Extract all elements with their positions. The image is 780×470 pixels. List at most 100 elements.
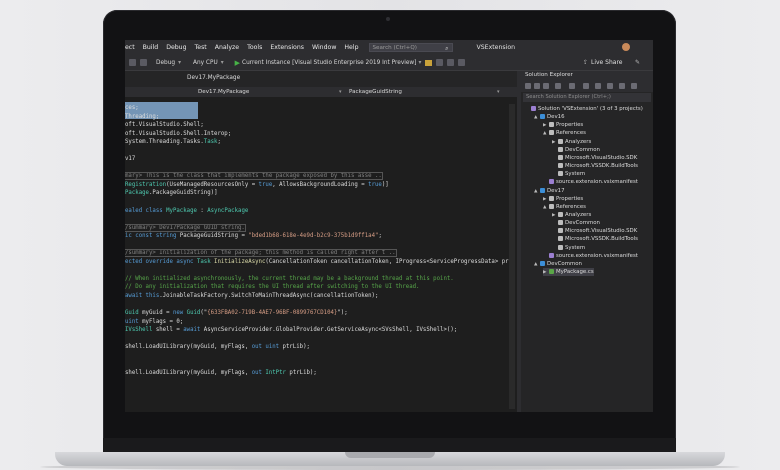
chevron-down-icon[interactable]: ▾ [418, 60, 421, 66]
sync-icon[interactable] [583, 83, 589, 89]
code-line[interactable] [125, 352, 517, 361]
code-line[interactable]: // When initialized asynchronously, the … [125, 275, 517, 284]
forward-icon[interactable] [534, 83, 540, 89]
tree-node[interactable]: System [552, 244, 585, 252]
play-icon[interactable]: ▶ [235, 59, 240, 67]
platform-dropdown[interactable]: Any CPU ▾ [190, 60, 227, 66]
forward-icon[interactable] [140, 59, 147, 66]
preview-icon[interactable] [631, 83, 637, 89]
code-line[interactable] [125, 335, 517, 344]
menu-item-extensions[interactable]: Extensions [270, 44, 304, 51]
tree-node[interactable]: DevCommon [552, 219, 600, 227]
tree-node[interactable]: ▲ Dev16 [534, 113, 565, 121]
tree-node[interactable]: ▲ Dev17 [534, 187, 565, 195]
toolbar-icon[interactable] [447, 59, 455, 66]
back-icon[interactable] [129, 59, 136, 66]
code-line[interactable]: v17 [125, 155, 517, 164]
tree-node[interactable]: Microsoft.VisualStudio.SDK [552, 227, 637, 235]
tree-node[interactable]: ▲ DevCommon [534, 260, 582, 268]
tree-node[interactable]: DevCommon [552, 146, 600, 154]
menu-item-analyze[interactable]: Analyze [215, 44, 239, 51]
home-icon[interactable] [543, 83, 549, 89]
code-line[interactable]: oft.VisualStudio.Shell.Interop; [125, 130, 517, 139]
code-line[interactable]: shell.LoadUILibrary(myGuid, myFlags, out… [125, 369, 517, 378]
code-line[interactable] [125, 215, 517, 224]
folder-icon[interactable] [425, 59, 433, 66]
live-share-icon[interactable]: ⇪ [583, 59, 588, 66]
code-line[interactable]: IVsShell shell = await AsyncServiceProvi… [125, 326, 517, 335]
show-all-files-icon[interactable] [607, 83, 613, 89]
live-share-button[interactable]: Live Share [591, 59, 622, 66]
menu-item-tools[interactable]: Tools [247, 44, 262, 51]
code-line[interactable]: ealed class MyPackage : AsyncPackage [125, 207, 517, 216]
code-line[interactable]: Package.PackageGuidString)] [125, 189, 517, 198]
code-token: out [251, 344, 266, 351]
code-line[interactable] [125, 164, 517, 173]
tree-node[interactable]: Microsoft.VSSDK.BuildTools [552, 235, 638, 243]
tree-node[interactable]: ▲ References [543, 203, 586, 211]
code-line[interactable]: /summary> Dev17Package GUID string. [125, 223, 517, 233]
code-line[interactable]: System.Threading.Tasks.Task; [125, 138, 517, 147]
tree-node[interactable]: Microsoft.VSSDK.BuildTools [552, 162, 638, 170]
tab-dev17-mypackage[interactable]: Dev17.MyPackage [187, 73, 240, 83]
code-line[interactable]: Registration(UseManagedResourcesOnly = t… [125, 181, 517, 190]
code-line[interactable]: Guid myGuid = new Guid("{633FBA02-719B-4… [125, 309, 517, 318]
back-icon[interactable] [525, 83, 531, 89]
menu-item-test[interactable]: Test [195, 44, 207, 51]
nav-type-dropdown[interactable]: Dev17.MyPackage [198, 88, 249, 96]
code-line[interactable]: shell.LoadUILibrary(myGuid, myFlags, out… [125, 343, 517, 352]
code-line[interactable]: ected override async Task InitializeAsyn… [125, 258, 517, 267]
tree-node[interactable]: source.extension.vsixmanifest [543, 252, 638, 260]
avatar[interactable] [622, 43, 630, 51]
tree-node[interactable]: ▶ Analyzers [552, 211, 591, 219]
menu-item-project[interactable]: ect [125, 44, 135, 51]
chevron-down-icon[interactable]: ▾ [339, 88, 342, 96]
code-line[interactable]: oft.VisualStudio.Shell; [125, 121, 517, 130]
menu-item-debug[interactable]: Debug [166, 44, 186, 51]
nav-member-dropdown[interactable]: PackageGuidString [349, 88, 402, 96]
code-line[interactable] [125, 147, 517, 156]
search-input[interactable]: Search (Ctrl+Q) ⌕ [368, 43, 453, 53]
tree-node[interactable]: System [552, 170, 585, 178]
code-line[interactable] [125, 266, 517, 275]
collapse-all-icon[interactable] [595, 83, 601, 89]
menu-item-window[interactable]: Window [312, 44, 336, 51]
tree-node[interactable]: ▶ Analyzers [552, 138, 591, 146]
code-line[interactable]: ic const string PackageGuidString = "bde… [125, 232, 517, 241]
tree-node[interactable]: source.extension.vsixmanifest [543, 178, 638, 186]
code-line[interactable]: // Do any initialization that requires t… [125, 283, 517, 292]
editor-scrollbar[interactable] [509, 104, 515, 409]
feedback-icon[interactable]: ✎ [635, 59, 640, 66]
code-line[interactable]: await this.JoinableTaskFactory.SwitchToM… [125, 292, 517, 301]
code-line[interactable] [125, 198, 517, 207]
code-line[interactable]: ces; [125, 104, 517, 113]
tree-node[interactable]: ▲ References [543, 129, 586, 137]
switch-views-icon[interactable] [555, 83, 561, 89]
item-icon [558, 154, 563, 160]
menu-item-help[interactable]: Help [344, 44, 358, 51]
tree-node[interactable]: ▶ Properties [543, 121, 583, 129]
tree-node[interactable]: ▶ MyPackage.cs [543, 268, 594, 276]
code-line[interactable]: Threading; [125, 113, 517, 122]
tree-node[interactable]: Microsoft.VisualStudio.SDK [552, 154, 637, 162]
config-dropdown[interactable]: Debug ▾ [153, 60, 184, 66]
solution-search-input[interactable]: Search Solution Explorer (Ctrl+;) [523, 93, 651, 102]
code-line[interactable]: mary> This is the class that implements … [125, 172, 517, 181]
code-line[interactable] [125, 360, 517, 369]
code-token: (UseManagedResourcesOnly = [166, 181, 259, 188]
tree-node[interactable]: Solution 'VSExtension' (3 of 3 projects) [525, 105, 643, 113]
history-icon[interactable] [569, 83, 575, 89]
tree-node[interactable]: ▶ Properties [543, 195, 583, 203]
properties-icon[interactable] [619, 83, 625, 89]
toolbar-icon[interactable] [458, 59, 466, 66]
toolbar-icon[interactable] [436, 59, 444, 66]
code-line[interactable]: /summary> Initialization of the package;… [125, 249, 517, 258]
code-area[interactable]: ces; Threading; oft.VisualStudio.Shell; oft… [125, 104, 517, 404]
code-line[interactable] [125, 241, 517, 250]
menu-item-build[interactable]: Build [143, 44, 159, 51]
code-line[interactable] [125, 301, 517, 310]
code-line[interactable]: uint myFlags = 0; [125, 318, 517, 327]
search-icon[interactable]: ⌕ [445, 44, 448, 53]
run-target-button[interactable]: Current Instance [Visual Studio Enterpri… [242, 60, 416, 66]
chevron-down-icon[interactable]: ▾ [497, 88, 500, 96]
